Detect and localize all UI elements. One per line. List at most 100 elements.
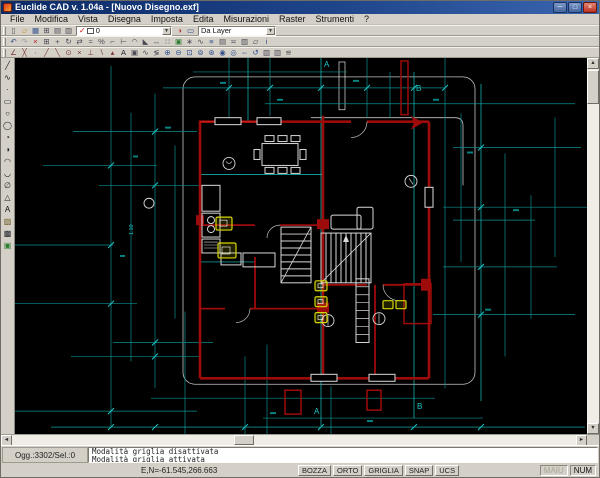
block-icon[interactable]: ▣ bbox=[2, 240, 14, 252]
scroll-down-icon[interactable]: ▼ bbox=[587, 423, 599, 434]
polygon-icon[interactable]: △ bbox=[2, 192, 14, 204]
arc-3p-icon[interactable]: ◑ bbox=[2, 144, 14, 156]
scroll-up-icon[interactable]: ▲ bbox=[587, 58, 599, 69]
stretch-icon[interactable]: ↔ bbox=[151, 37, 162, 47]
snap-node-icon[interactable]: ▴ bbox=[107, 48, 118, 58]
snap-angle-icon[interactable]: ∠ bbox=[8, 48, 19, 58]
chamfer-icon[interactable]: ◣ bbox=[140, 37, 151, 47]
circle-icon[interactable]: ○ bbox=[2, 108, 14, 120]
layers-icon[interactable]: ▤ bbox=[217, 37, 228, 47]
export-icon[interactable]: ▤ bbox=[52, 26, 63, 36]
ellipse-icon[interactable]: ∅ bbox=[2, 180, 14, 192]
copy-icon[interactable]: ⊞ bbox=[41, 26, 52, 36]
pan-icon[interactable]: ⇔ bbox=[239, 48, 250, 58]
text-icon[interactable]: A bbox=[2, 204, 14, 216]
vertical-scrollbar[interactable]: ▲ ▼ bbox=[587, 58, 599, 434]
explode-icon[interactable]: ∗ bbox=[184, 37, 195, 47]
layer-combo[interactable]: ✓ 0 ▼ bbox=[76, 26, 172, 36]
snap-center-icon[interactable]: ⊙ bbox=[63, 48, 74, 58]
snap-tangent-icon[interactable]: ∖ bbox=[96, 48, 107, 58]
spline-tool-icon[interactable]: ∿ bbox=[140, 48, 151, 58]
snap-toggle[interactable]: SNAP bbox=[405, 465, 433, 476]
menu-item[interactable]: File bbox=[5, 14, 30, 25]
area-icon[interactable]: ▱ bbox=[250, 37, 261, 47]
snap-endpoint-icon[interactable]: × bbox=[74, 48, 85, 58]
snap-intersection-icon[interactable]: ╳ bbox=[19, 48, 30, 58]
minimize-button[interactable]: ─ bbox=[553, 2, 567, 13]
snap-nearest-icon[interactable]: ╱ bbox=[41, 48, 52, 58]
vertical-scroll-track[interactable] bbox=[587, 104, 599, 423]
image-tool-icon[interactable]: ▣ bbox=[129, 48, 140, 58]
group-icon[interactable]: ▣ bbox=[173, 37, 184, 47]
restore-button[interactable]: □ bbox=[568, 2, 582, 13]
vertical-scroll-thumb[interactable] bbox=[587, 70, 599, 104]
redraw-icon[interactable]: ↺ bbox=[250, 48, 261, 58]
offset-icon[interactable]: ≈ bbox=[85, 37, 96, 47]
tile-windows-icon[interactable]: ▥ bbox=[272, 48, 283, 58]
close-button[interactable]: × bbox=[583, 2, 597, 13]
copy-object-icon[interactable]: ⊞ bbox=[41, 37, 52, 47]
menu-item[interactable]: Strumenti bbox=[310, 14, 359, 25]
menu-item[interactable]: Disegna bbox=[103, 14, 146, 25]
info-icon[interactable]: i bbox=[261, 37, 272, 47]
menu-item[interactable]: Imposta bbox=[146, 14, 188, 25]
properties-icon[interactable]: ≡ bbox=[206, 37, 217, 47]
rotate-icon[interactable]: ↻ bbox=[63, 37, 74, 47]
move-icon[interactable]: + bbox=[52, 37, 63, 47]
zoom-previous-icon[interactable]: ⊛ bbox=[206, 48, 217, 58]
extend-icon[interactable]: ⊢ bbox=[118, 37, 129, 47]
toolbar-grip[interactable] bbox=[3, 38, 6, 46]
polyline-edit-icon[interactable]: ∿ bbox=[195, 37, 206, 47]
horizontal-scroll-track[interactable] bbox=[12, 435, 576, 445]
arc-start-icon[interactable]: ◠ bbox=[2, 156, 14, 168]
leader-icon[interactable]: ≶ bbox=[151, 48, 162, 58]
zoom-window-icon[interactable]: ⊡ bbox=[184, 48, 195, 58]
zoom-out-icon[interactable]: ⊖ bbox=[173, 48, 184, 58]
toolbar-grip[interactable] bbox=[3, 49, 6, 57]
screen-icon[interactable]: ▭ bbox=[185, 26, 196, 36]
menu-item[interactable]: Edita bbox=[188, 14, 219, 25]
save-icon[interactable]: ▦ bbox=[30, 26, 41, 36]
drawing-canvas[interactable]: A B A B 1.10 bbox=[15, 58, 587, 434]
dropdown-arrow-icon[interactable]: ▼ bbox=[162, 27, 171, 35]
pen-color-icon[interactable]: ◑ bbox=[174, 26, 185, 36]
text-tool-icon[interactable]: A bbox=[118, 48, 129, 58]
hatch-edit-icon[interactable]: ▨ bbox=[239, 37, 250, 47]
undo-icon[interactable]: ↶ bbox=[8, 37, 19, 47]
trim-icon[interactable]: ⌐ bbox=[107, 37, 118, 47]
horizontal-scroll-thumb[interactable] bbox=[234, 435, 254, 445]
toolbar-grip[interactable] bbox=[3, 27, 6, 35]
zoom-extents-icon[interactable]: ⊚ bbox=[195, 48, 206, 58]
linetype-combo[interactable]: Da Layer ▼ bbox=[198, 26, 276, 36]
snap-point-icon[interactable]: ∙ bbox=[30, 48, 41, 58]
erase-icon[interactable]: × bbox=[30, 37, 41, 47]
dropdown-arrow-icon[interactable]: ▼ bbox=[266, 27, 275, 35]
zoom-all-icon[interactable]: ◉ bbox=[217, 48, 228, 58]
menu-item[interactable]: Misurazioni bbox=[218, 14, 274, 25]
point-icon[interactable]: · bbox=[2, 84, 14, 96]
menu-item[interactable]: Raster bbox=[274, 14, 311, 25]
print-icon[interactable]: ▥ bbox=[63, 26, 74, 36]
snap-midpoint-icon[interactable]: ╲ bbox=[52, 48, 63, 58]
ucs-toggle[interactable]: UCS bbox=[435, 465, 459, 476]
mirror-icon[interactable]: ⇄ bbox=[74, 37, 85, 47]
horizontal-scrollbar[interactable]: ◄ ► bbox=[1, 434, 599, 445]
menu-item[interactable]: Vista bbox=[73, 14, 103, 25]
bozza-toggle[interactable]: BOZZA bbox=[298, 465, 331, 476]
redo-icon[interactable]: ↷ bbox=[19, 37, 30, 47]
new-drawing-icon[interactable]: ▯ bbox=[8, 26, 19, 36]
orto-toggle[interactable]: ORTO bbox=[333, 465, 362, 476]
polyline-icon[interactable]: ∿ bbox=[2, 72, 14, 84]
array-icon[interactable]: ∷ bbox=[162, 37, 173, 47]
circle-2p-icon[interactable]: ◯ bbox=[2, 120, 14, 132]
zoom-in-icon[interactable]: ⊕ bbox=[162, 48, 173, 58]
griglia-toggle[interactable]: GRIGLIA bbox=[364, 465, 402, 476]
arc-icon[interactable]: ◔ bbox=[2, 132, 14, 144]
align-icon[interactable]: ≌ bbox=[283, 48, 294, 58]
open-file-icon[interactable]: ▱ bbox=[19, 26, 30, 36]
match-properties-icon[interactable]: ≍ bbox=[228, 37, 239, 47]
hatch-icon[interactable]: ▨ bbox=[2, 216, 14, 228]
scale-icon[interactable]: % bbox=[96, 37, 107, 47]
line-icon[interactable]: ╱ bbox=[2, 60, 14, 72]
title-bar[interactable]: Euclide CAD v. 1.04a - [Nuovo Disegno.ex… bbox=[1, 1, 599, 14]
